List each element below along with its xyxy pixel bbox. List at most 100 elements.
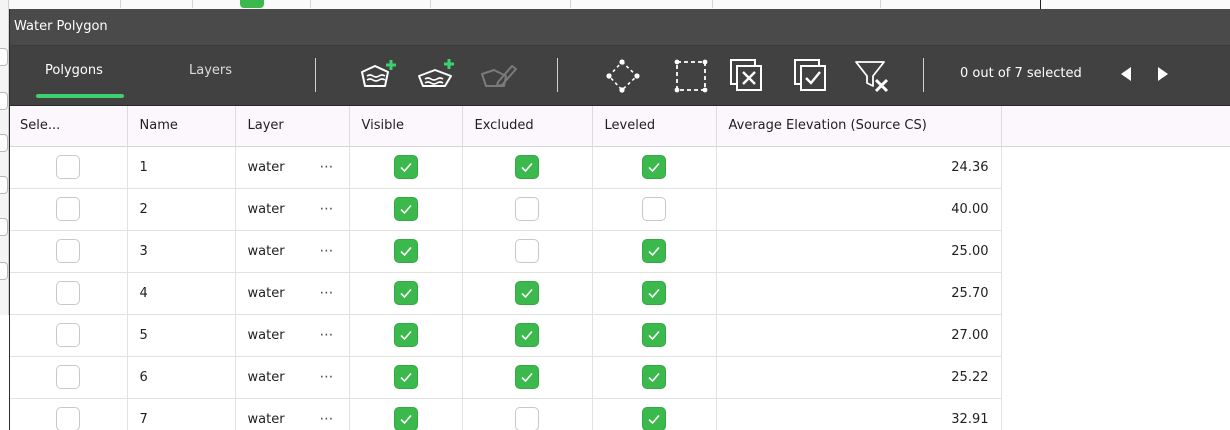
visible-cell <box>349 146 463 189</box>
select-cell <box>10 398 128 430</box>
background-checkbox-fragment <box>0 92 8 110</box>
column-header-average-elevation[interactable]: Average Elevation (Source CS) <box>716 106 1002 147</box>
visible-checkbox[interactable] <box>393 407 418 430</box>
polygon-table: Sele... Name Layer Visible Excluded Leve… <box>10 106 1230 430</box>
background-checkbox-fragment <box>0 218 8 236</box>
excluded-checkbox[interactable] <box>515 365 539 389</box>
filler-cell <box>1001 314 1230 356</box>
toolbar-divider <box>923 58 924 92</box>
select-rectangle-icon[interactable] <box>671 56 711 96</box>
layer-cell: water ⋯ <box>235 272 350 315</box>
table-row[interactable]: 6 water ⋯ 25.22 <box>10 356 1230 399</box>
leveled-checkbox[interactable] <box>642 155 666 179</box>
excluded-checkbox[interactable] <box>515 197 539 221</box>
add-layer-polygon-icon[interactable] <box>415 56 455 96</box>
excluded-checkbox[interactable] <box>515 281 539 305</box>
background-checkbox-fragment <box>0 134 8 152</box>
table-header-row: Sele... Name Layer Visible Excluded Leve… <box>10 106 1230 147</box>
tab-layers[interactable]: Layers <box>189 63 232 78</box>
leveled-checkbox[interactable] <box>642 323 666 347</box>
leveled-checkbox[interactable] <box>642 239 666 263</box>
excluded-cell <box>462 314 593 357</box>
column-header-leveled[interactable]: Leveled <box>592 106 717 147</box>
table-row[interactable]: 4 water ⋯ 25.70 <box>10 272 1230 315</box>
select-checkbox[interactable] <box>56 197 81 221</box>
layer-cell: water ⋯ <box>235 398 350 430</box>
excluded-checkbox[interactable] <box>515 239 539 263</box>
table-row[interactable]: 3 water ⋯ 25.00 <box>10 230 1230 273</box>
filler-cell <box>1001 146 1230 188</box>
leveled-cell <box>592 272 717 315</box>
excluded-checkbox[interactable] <box>515 155 539 179</box>
visible-checkbox[interactable] <box>393 365 418 389</box>
table-row[interactable]: 1 water ⋯ 24.36 <box>10 146 1230 189</box>
column-header-excluded[interactable]: Excluded <box>462 106 593 147</box>
leveled-cell <box>592 314 717 357</box>
leveled-cell <box>592 188 717 231</box>
select-checkbox[interactable] <box>56 281 81 305</box>
tab-polygons[interactable]: Polygons <box>45 63 103 78</box>
column-header-layer[interactable]: Layer <box>235 106 350 147</box>
average-elevation-cell: 27.00 <box>716 314 1002 357</box>
leveled-checkbox[interactable] <box>642 407 666 430</box>
excluded-checkbox[interactable] <box>515 323 539 347</box>
name-cell: 4 <box>127 272 236 315</box>
previous-arrow-icon[interactable] <box>1115 62 1137 86</box>
background-app-column <box>0 0 9 315</box>
clear-filter-icon[interactable] <box>852 56 892 96</box>
column-header-name[interactable]: Name <box>127 106 236 147</box>
column-header-select[interactable]: Sele... <box>10 106 128 147</box>
name-cell: 3 <box>127 230 236 273</box>
select-polygon-icon[interactable] <box>603 56 643 96</box>
filler-cell <box>1001 230 1230 272</box>
background-app-strip <box>0 0 1230 9</box>
ellipsis-icon[interactable]: ⋯ <box>320 201 337 217</box>
visible-checkbox[interactable] <box>393 323 418 347</box>
layer-name: water <box>247 411 285 427</box>
table-row[interactable]: 7 water ⋯ 32.91 <box>10 398 1230 430</box>
table-row[interactable]: 2 water ⋯ 40.00 <box>10 188 1230 231</box>
visible-checkbox[interactable] <box>393 239 418 263</box>
include-selected-icon[interactable] <box>791 56 831 96</box>
excluded-checkbox[interactable] <box>515 407 539 430</box>
panel-title: Water Polygon <box>10 9 1230 46</box>
next-arrow-icon[interactable] <box>1152 62 1174 86</box>
visible-checkbox[interactable] <box>393 155 418 179</box>
filler-cell <box>1001 356 1230 398</box>
ellipsis-icon[interactable]: ⋯ <box>320 285 337 301</box>
layer-cell: water ⋯ <box>235 146 350 189</box>
excluded-cell <box>462 146 593 189</box>
table-row[interactable]: 5 water ⋯ 27.00 <box>10 314 1230 357</box>
select-checkbox[interactable] <box>56 239 81 263</box>
select-checkbox[interactable] <box>56 155 81 179</box>
ellipsis-icon[interactable]: ⋯ <box>320 369 337 385</box>
visible-checkbox[interactable] <box>393 281 418 305</box>
average-elevation-cell: 25.22 <box>716 356 1002 399</box>
ellipsis-icon[interactable]: ⋯ <box>320 327 337 343</box>
ellipsis-icon[interactable]: ⋯ <box>320 411 337 427</box>
layer-name: water <box>247 201 285 217</box>
toolbar-divider <box>557 58 558 92</box>
add-water-polygon-icon[interactable] <box>357 56 397 96</box>
filler-cell <box>1001 398 1230 430</box>
layer-name: water <box>247 159 285 175</box>
leveled-checkbox[interactable] <box>642 281 666 305</box>
leveled-checkbox[interactable] <box>642 197 666 221</box>
ellipsis-icon[interactable]: ⋯ <box>320 243 337 259</box>
average-elevation-cell: 25.00 <box>716 230 1002 273</box>
background-checkbox-fragment <box>240 0 264 8</box>
select-checkbox[interactable] <box>56 407 81 430</box>
exclude-selected-icon[interactable] <box>727 56 767 96</box>
layer-name: water <box>247 243 285 259</box>
name-cell: 6 <box>127 356 236 399</box>
edit-polygon-icon[interactable] <box>478 56 518 96</box>
ellipsis-icon[interactable]: ⋯ <box>320 159 337 175</box>
name-cell: 2 <box>127 188 236 231</box>
visible-cell <box>349 314 463 357</box>
column-header-visible[interactable]: Visible <box>349 106 463 147</box>
select-checkbox[interactable] <box>56 323 81 347</box>
toolbar: Polygons Layers 0 out of 7 selected <box>10 46 1230 106</box>
select-checkbox[interactable] <box>56 365 81 389</box>
leveled-checkbox[interactable] <box>642 365 666 389</box>
visible-checkbox[interactable] <box>393 197 418 221</box>
